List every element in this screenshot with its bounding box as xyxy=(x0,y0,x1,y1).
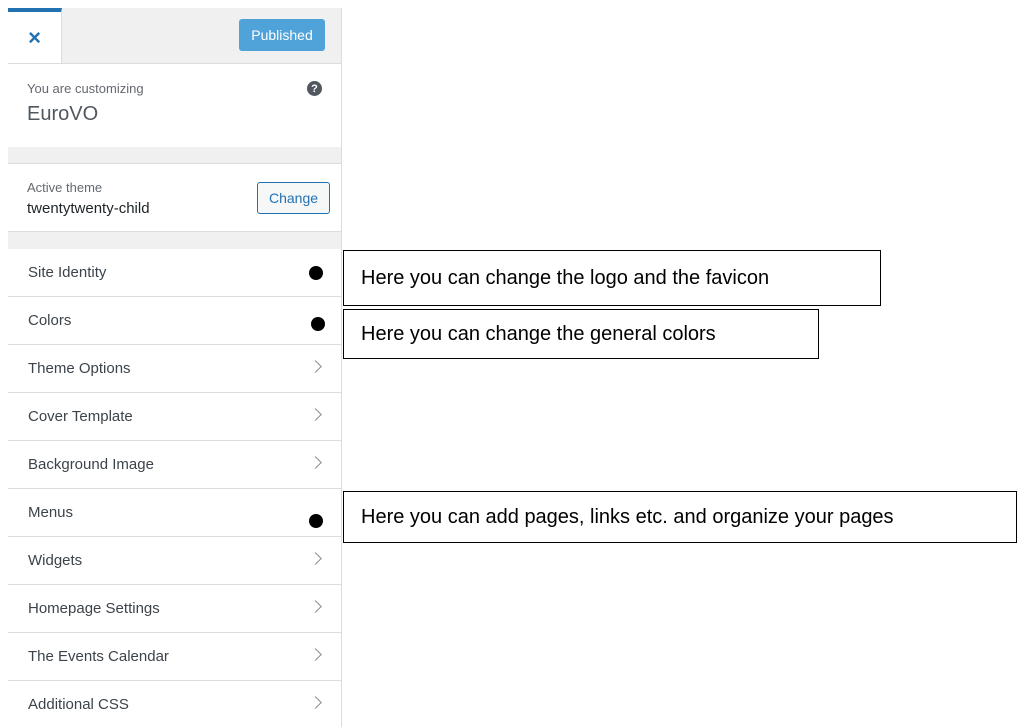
published-button[interactable]: Published xyxy=(239,19,325,51)
help-icon[interactable]: ? xyxy=(307,81,322,96)
menu-item-events-calendar[interactable]: The Events Calendar xyxy=(8,633,341,681)
menu-item-label: Widgets xyxy=(28,552,83,569)
annotation-text: Here you can change the general colors xyxy=(361,322,716,345)
menu-item-additional-css[interactable]: Additional CSS xyxy=(8,681,341,727)
menu-item-label: The Events Calendar xyxy=(28,648,169,665)
chevron-right-icon xyxy=(309,648,322,661)
customizer-header: × Published xyxy=(8,8,341,64)
close-icon[interactable]: × xyxy=(8,8,62,63)
bullet-marker xyxy=(309,266,323,280)
active-theme-section: Active theme twentytwenty-child Change xyxy=(8,163,341,232)
chevron-right-icon xyxy=(309,552,322,565)
annotation-text: Here you can add pages, links etc. and o… xyxy=(361,505,894,528)
customizing-label: You are customizing xyxy=(27,81,144,96)
menu-item-label: Background Image xyxy=(28,456,154,473)
menu-item-label: Homepage Settings xyxy=(28,600,160,617)
section-divider xyxy=(8,147,341,163)
bullet-marker xyxy=(309,514,323,528)
annotation-site-identity: Here you can change the logo and the fav… xyxy=(343,250,881,306)
site-name: EuroVO xyxy=(27,103,99,125)
active-theme-label: Active theme xyxy=(27,180,103,195)
menu-item-label: Additional CSS xyxy=(28,696,129,713)
chevron-right-icon xyxy=(309,600,322,613)
menu-item-theme-options[interactable]: Theme Options xyxy=(8,345,341,393)
menu-item-widgets[interactable]: Widgets xyxy=(8,537,341,585)
menu-item-label: Theme Options xyxy=(28,360,131,377)
active-theme-name: twentytwenty-child xyxy=(27,200,150,217)
customizer-menu: Site Identity Colors Theme Options Cover… xyxy=(8,249,341,727)
menu-item-label: Site Identity xyxy=(28,264,107,281)
menu-item-label: Cover Template xyxy=(28,408,133,425)
menu-item-menus[interactable]: Menus xyxy=(8,489,341,537)
annotation-menus: Here you can add pages, links etc. and o… xyxy=(343,491,1017,543)
menu-item-background-image[interactable]: Background Image xyxy=(8,441,341,489)
annotation-text: Here you can change the logo and the fav… xyxy=(361,266,770,289)
chevron-right-icon xyxy=(309,408,322,421)
bullet-marker xyxy=(311,317,325,331)
menu-item-homepage-settings[interactable]: Homepage Settings xyxy=(8,585,341,633)
customizer-panel: × Published You are customizing EuroVO ?… xyxy=(8,8,342,727)
chevron-right-icon xyxy=(309,696,322,709)
change-theme-button[interactable]: Change xyxy=(257,182,330,214)
menu-item-colors[interactable]: Colors xyxy=(8,297,341,345)
chevron-right-icon xyxy=(309,360,322,373)
customizing-info: You are customizing EuroVO ? xyxy=(8,64,341,147)
annotation-colors: Here you can change the general colors xyxy=(343,309,819,359)
menu-item-site-identity[interactable]: Site Identity xyxy=(8,249,341,297)
chevron-right-icon xyxy=(309,456,322,469)
section-divider xyxy=(8,232,341,249)
menu-item-cover-template[interactable]: Cover Template xyxy=(8,393,341,441)
menu-item-label: Colors xyxy=(28,312,72,329)
menu-item-label: Menus xyxy=(28,504,74,521)
